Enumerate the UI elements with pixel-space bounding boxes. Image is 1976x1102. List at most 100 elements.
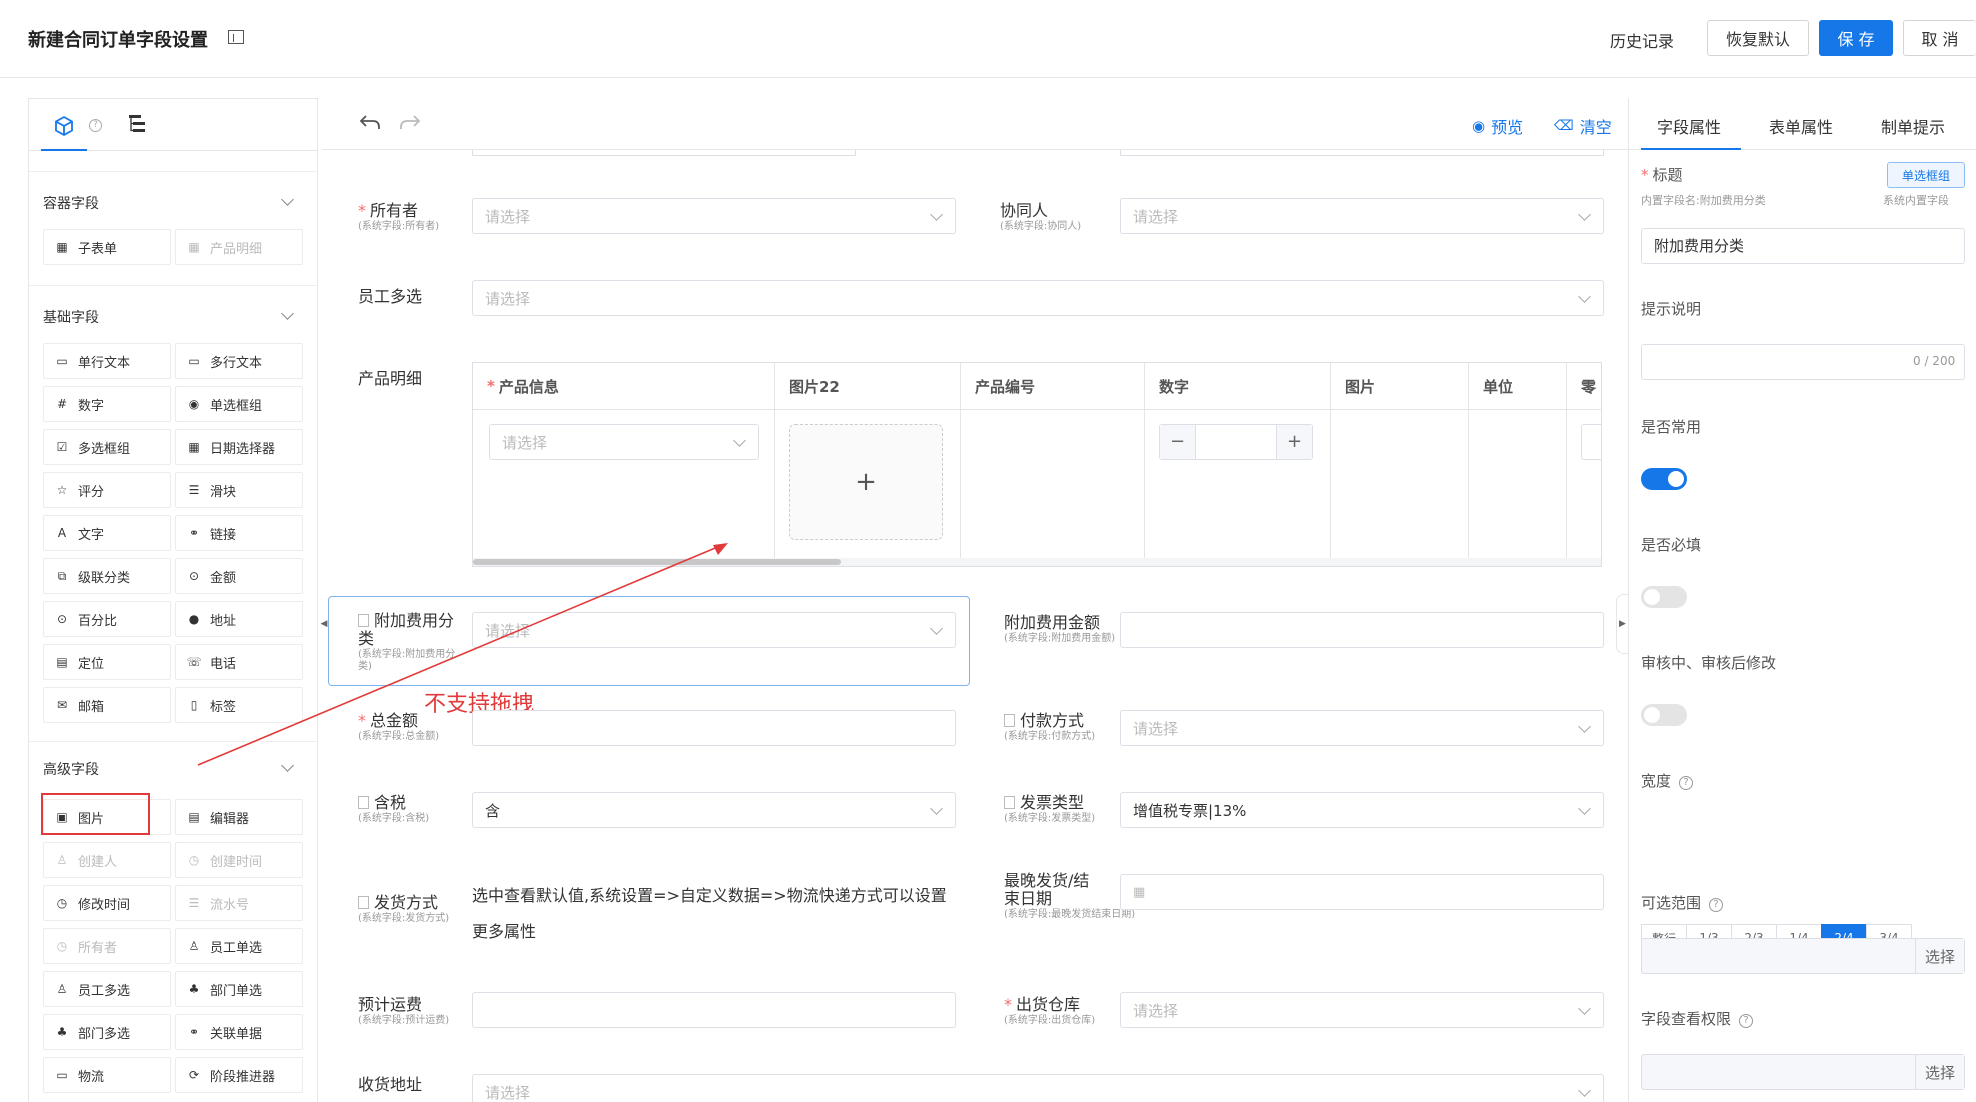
field-item: ☰ 流水号	[175, 885, 303, 921]
image-upload-box[interactable]: +	[789, 424, 943, 540]
view-perm-select-button[interactable]: 选择	[1915, 1055, 1964, 1089]
product-info-select[interactable]: 请选择	[489, 424, 759, 460]
field-item[interactable]: ▤ 编辑器	[175, 799, 303, 835]
restore-default-button[interactable]: 恢复默认	[1707, 20, 1809, 56]
type-badge: 单选框组	[1887, 162, 1965, 188]
field-label-tax: 含税 (系统字段:含税)	[358, 793, 430, 824]
chevron-down-icon[interactable]	[281, 193, 294, 206]
field-item[interactable]: ▭ 物流	[43, 1057, 171, 1093]
table-header-cell: 单位	[1469, 363, 1567, 409]
chevron-down-icon	[1578, 720, 1591, 733]
field-item[interactable]: ▭ 多行文本	[175, 343, 303, 379]
field-item[interactable]: ● 地址	[175, 601, 303, 637]
audit-toggle[interactable]	[1641, 704, 1687, 726]
history-link[interactable]: 历史记录	[1610, 28, 1674, 52]
field-item[interactable]: ▯ 标签	[175, 687, 303, 723]
field-item[interactable]: ◷ 修改时间	[43, 885, 171, 921]
field-library-panel: ? 容器字段 ▦ 子表单 ▦ 产品明细 基础字段 ▭ 单行文本 ▭ 多行文本 # 数字 ◉…	[28, 98, 318, 1102]
cube-icon[interactable]	[53, 115, 75, 137]
field-item[interactable]: ▦ 子表单	[43, 229, 171, 265]
staff-multi-select[interactable]: 请选择	[472, 280, 1604, 316]
extra-category-select[interactable]: 请选择	[472, 612, 956, 648]
total-amount-input[interactable]	[472, 710, 956, 746]
clear-button[interactable]: ⌫ 清空	[1554, 114, 1612, 138]
collapse-left-handle[interactable]: ◀	[318, 610, 330, 638]
latest-ship-date-picker[interactable]: ▦	[1120, 874, 1604, 910]
plus-button[interactable]: +	[1276, 425, 1312, 459]
range-select-button[interactable]: 选择	[1915, 939, 1964, 973]
table-header-cell: 图片22	[775, 363, 961, 409]
field-item[interactable]: A 文字	[43, 515, 171, 551]
field-item[interactable]: ☑ 多选框组	[43, 429, 171, 465]
field-item[interactable]: ☏ 电话	[175, 644, 303, 680]
help-icon[interactable]: ?	[1739, 1013, 1754, 1028]
tree-icon[interactable]	[127, 113, 149, 137]
horizontal-scrollbar[interactable]	[473, 559, 841, 565]
cascade-icon: ⧉	[57, 568, 67, 583]
field-item[interactable]: ☆ 评分	[43, 472, 171, 508]
radio-icon: ◉	[188, 397, 200, 411]
field-item[interactable]: ⊙ 百分比	[43, 601, 171, 637]
field-item[interactable]: ▤ 定位	[43, 644, 171, 680]
tax-select[interactable]: 含	[472, 792, 956, 828]
redo-icon[interactable]	[398, 112, 422, 134]
chevron-down-icon[interactable]	[281, 759, 294, 772]
payment-select[interactable]: 请选择	[1120, 710, 1604, 746]
field-item[interactable]: ☰ 滑块	[175, 472, 303, 508]
field-item[interactable]: ⊙ 金额	[175, 558, 303, 594]
field-item[interactable]: ♙ 员工多选	[43, 971, 171, 1007]
layout-icon[interactable]	[228, 30, 244, 44]
tab-creation-tips[interactable]: 制单提示	[1881, 114, 1945, 138]
chevron-down-icon[interactable]	[281, 307, 294, 320]
tab-field-props[interactable]: 字段属性	[1657, 114, 1721, 138]
field-item: ♙ 创建人	[43, 842, 171, 878]
freight-input[interactable]	[472, 992, 956, 1028]
owner-select[interactable]: 请选择	[472, 198, 956, 234]
field-item[interactable]: ⟳ 阶段推进器	[175, 1057, 303, 1093]
field-item[interactable]: ◉ 单选框组	[175, 386, 303, 422]
preview-button[interactable]: ◉ 预览	[1472, 114, 1523, 138]
common-toggle[interactable]	[1641, 468, 1687, 490]
star-icon: ☆	[56, 483, 68, 497]
field-item[interactable]: ♣ 部门多选	[43, 1014, 171, 1050]
undo-icon[interactable]	[358, 112, 382, 134]
help-icon[interactable]: ?	[1709, 897, 1724, 912]
stage-icon: ⟳	[188, 1068, 200, 1082]
field-item[interactable]: ⚭ 链接	[175, 515, 303, 551]
tab-form-props[interactable]: 表单属性	[1769, 114, 1833, 138]
extra-amount-input[interactable]	[1120, 612, 1604, 648]
field-item[interactable]: ▦ 日期选择器	[175, 429, 303, 465]
truck-icon: ▭	[56, 1068, 68, 1082]
help-icon[interactable]: ?	[1679, 775, 1694, 790]
canvas-toolbar: ◉ 预览 ⌫ 清空	[322, 98, 1628, 150]
minus-button[interactable]: −	[1160, 425, 1196, 459]
tab-active-underline	[1641, 148, 1741, 150]
warehouse-select[interactable]: 请选择	[1120, 992, 1604, 1028]
address-select[interactable]: 请选择	[472, 1074, 1604, 1102]
table-icon: ▦	[188, 240, 200, 254]
collab-select[interactable]: 请选择	[1120, 198, 1604, 234]
required-toggle[interactable]	[1641, 586, 1687, 608]
field-item[interactable]: ♣ 部门单选	[175, 971, 303, 1007]
field-item[interactable]: ▭ 单行文本	[43, 343, 171, 379]
title-input[interactable]: 附加费用分类	[1641, 228, 1965, 264]
save-button[interactable]: 保 存	[1819, 20, 1893, 56]
field-item[interactable]: ♙ 员工单选	[175, 928, 303, 964]
help-icon[interactable]: ?	[89, 119, 102, 132]
collapse-right-handle[interactable]: ▶	[1616, 594, 1628, 654]
field-item: ◷ 所有者	[43, 928, 171, 964]
field-label-staff-multi: 员工多选	[358, 287, 423, 306]
field-item[interactable]: ⚭ 关联单据	[175, 1014, 303, 1050]
field-item[interactable]: # 数字	[43, 386, 171, 422]
field-label-invoice: 发票类型 (系统字段:发票类型)	[1004, 793, 1096, 824]
field-item[interactable]: ✉ 邮箱	[43, 687, 171, 723]
location-pin-icon: ●	[188, 612, 200, 626]
field-item[interactable]: ⧉ 级联分类	[43, 558, 171, 594]
checkbox-icon: ☑	[56, 440, 68, 454]
field-label-latest-ship: 最晚发货/结束日期 (系统字段:最晚发货结束日期)	[1004, 871, 1136, 921]
quantity-stepper[interactable]: − +	[1159, 424, 1313, 460]
cancel-button[interactable]: 取 消	[1903, 20, 1976, 56]
org-icon: ♣	[56, 1025, 68, 1039]
invoice-select[interactable]: 增值税专票|13%	[1120, 792, 1604, 828]
field-label-extra-amount: 附加费用金额 (系统字段:附加费用金额)	[1004, 613, 1116, 645]
